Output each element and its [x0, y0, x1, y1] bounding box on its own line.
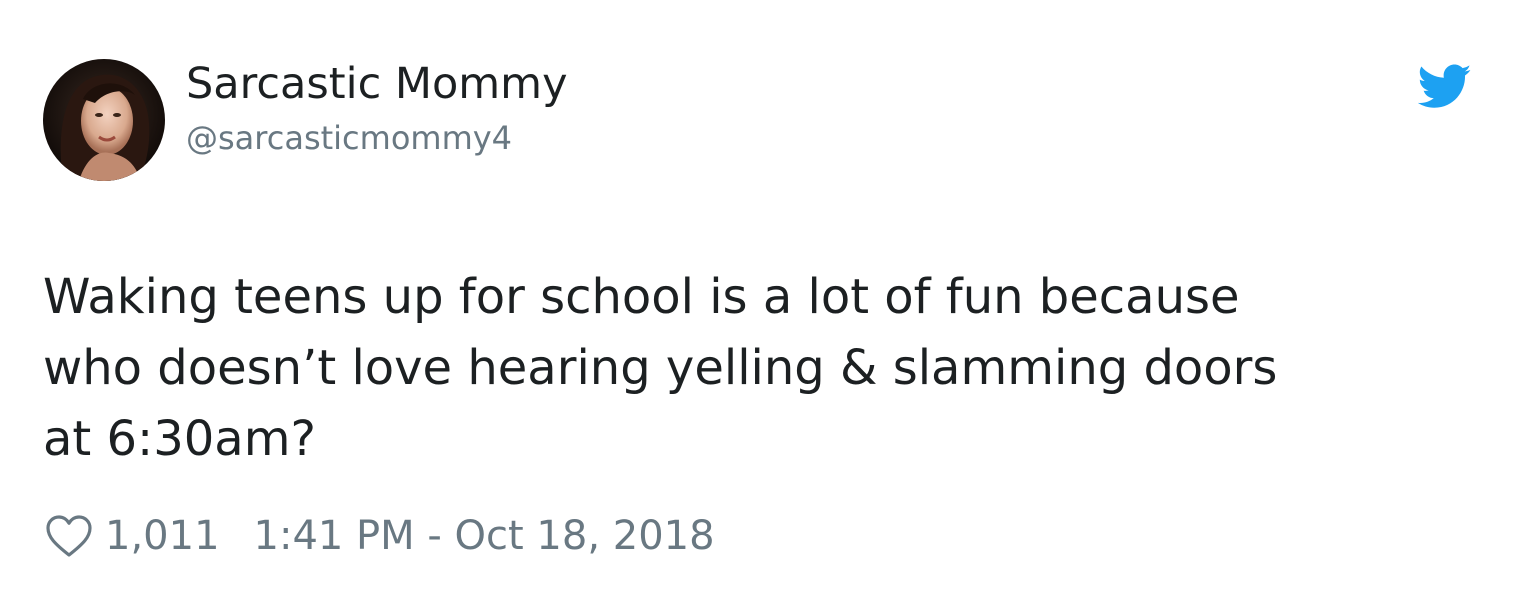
tweet-card: Sarcastic Mommy @sarcasticmommy4 Waking … [0, 0, 1537, 611]
like-count[interactable]: 1,011 [105, 513, 220, 559]
twitter-bird-icon[interactable] [1418, 64, 1472, 110]
avatar[interactable] [43, 59, 165, 181]
author-display-name[interactable]: Sarcastic Mommy [186, 63, 568, 106]
heart-icon[interactable] [45, 513, 93, 559]
tweet-timestamp[interactable]: 1:41 PM - Oct 18, 2018 [254, 513, 715, 559]
tweet-footer: 1,011 1:41 PM - Oct 18, 2018 [45, 511, 715, 561]
author-handle[interactable]: @sarcasticmommy4 [186, 122, 512, 154]
avatar-photo [43, 59, 165, 181]
tweet-text: Waking teens up for school is a lot of f… [43, 269, 1278, 467]
